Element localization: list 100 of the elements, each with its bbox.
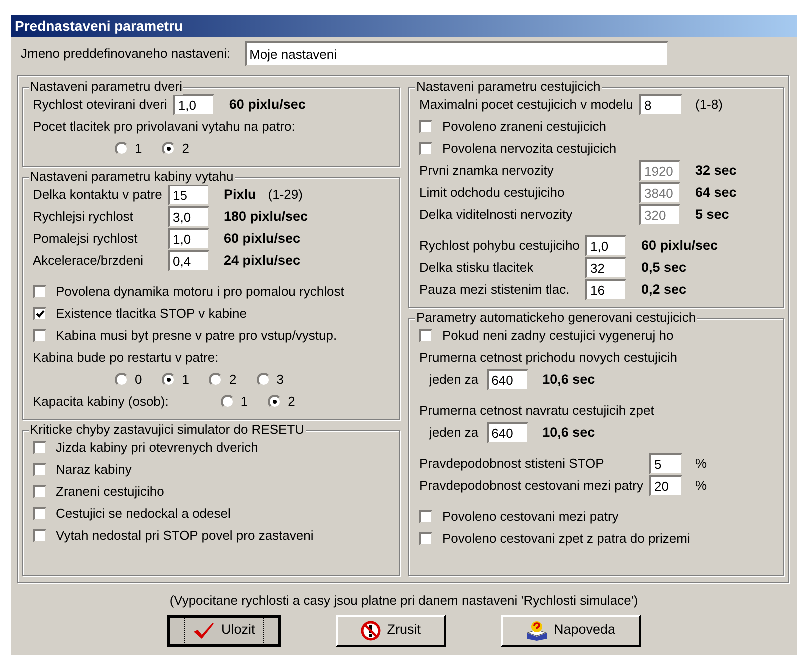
radio-label[interactable]: 2 <box>229 370 237 390</box>
number-field[interactable]: 1,0 <box>585 235 628 257</box>
unit-label: 60 pixlu/sec <box>641 236 718 255</box>
field-label: Delka viditelnosti nervozity <box>419 206 574 224</box>
name-field[interactable]: Moje nastaveni <box>244 41 669 67</box>
unit-label: Pixlu <box>224 186 256 204</box>
checkbox[interactable] <box>33 441 47 455</box>
radio-label[interactable]: 1 <box>182 370 190 390</box>
field-label: Pravdepodobnost cestovani mezi patry <box>419 477 644 496</box>
radio-button[interactable] <box>115 373 129 387</box>
unit-label: 60 pixlu/sec <box>229 96 306 114</box>
field-label: jeden za <box>429 371 479 390</box>
checkbox-label[interactable]: Povolena dynamika motoru i pro pomalou rychlost <box>56 282 344 302</box>
checkbox-label[interactable]: Vytah nedostal pri STOP povel pro zastaveni <box>56 526 314 546</box>
text-label: Pocet tlacitek pro privolavani vytahu na patro: <box>33 118 296 136</box>
checkbox-label[interactable]: Povoleno zraneni cestujicich <box>442 117 607 137</box>
unit-label: 0,5 sec <box>641 258 687 277</box>
radio-button[interactable] <box>268 395 282 409</box>
range-hint: (1-29) <box>268 186 303 204</box>
number-field[interactable]: 15 <box>168 184 210 206</box>
no-entry-icon <box>361 620 382 640</box>
checkbox[interactable] <box>419 142 434 156</box>
checkbox-label[interactable]: Zraneni cestujiciho <box>56 482 164 502</box>
window-title: Prednastaveni parametru <box>11 15 797 37</box>
radio-button[interactable] <box>256 373 271 387</box>
checkbox[interactable] <box>33 329 47 343</box>
unit-label: 10,6 sec <box>542 424 596 442</box>
radio-button[interactable] <box>220 395 235 409</box>
radio-button[interactable] <box>115 142 129 156</box>
number-field[interactable]: 5 <box>649 453 684 475</box>
range-hint: % <box>695 477 708 496</box>
dialog-button[interactable]: Ulozit <box>167 614 282 646</box>
field-label: jeden za <box>429 424 479 442</box>
checkbox-label[interactable]: Cestujici se nedockal a odesel <box>56 504 231 524</box>
checkbox[interactable] <box>33 285 47 299</box>
number-field[interactable]: 1,0 <box>168 228 210 250</box>
field-label: Rychlost pohybu cestujiciho <box>419 237 581 256</box>
checkbox-label[interactable]: Existence tlacitka STOP v kabine <box>56 304 248 324</box>
number-field[interactable]: 16 <box>585 279 628 301</box>
check-icon <box>36 310 44 318</box>
dialog-button[interactable]: Napoveda <box>500 614 641 646</box>
radio-button[interactable] <box>162 373 176 387</box>
checkbox[interactable] <box>419 120 434 134</box>
field-label: Pravdepodobnost stisteni STOP <box>419 455 606 474</box>
number-field[interactable]: 0,4 <box>168 250 210 272</box>
number-field[interactable]: 3,0 <box>168 206 210 228</box>
range-hint: % <box>695 455 708 474</box>
unit-label: 60 pixlu/sec <box>224 230 301 248</box>
checkbox-label[interactable]: Jizda kabiny pri otevrenych dverich <box>56 438 258 458</box>
checkbox[interactable] <box>33 529 47 543</box>
unit-label: 180 pixlu/sec <box>224 208 308 226</box>
field-label: Delka stisku tlacitek <box>419 259 535 278</box>
checkbox[interactable] <box>33 485 47 499</box>
text-label: Prumerna cetnost navratu cestujicih zpet <box>419 402 654 420</box>
checkbox-label[interactable]: Povolena nervozita cestujicich <box>442 139 617 159</box>
number-field[interactable]: 640 <box>486 422 529 444</box>
field-label: Pauza mezi stistenim tlac. <box>419 281 571 300</box>
checkbox[interactable] <box>419 329 434 343</box>
unit-label: 10,6 sec <box>542 370 596 389</box>
checkbox[interactable] <box>33 507 47 521</box>
radio-label[interactable]: 0 <box>135 370 142 390</box>
field-label: Maximalni pocet cestujicich v modelu <box>419 96 634 114</box>
checkbox[interactable] <box>33 463 47 477</box>
radio-label[interactable]: 1 <box>240 392 248 412</box>
option-label: Kapacita kabiny (osob): <box>33 393 169 412</box>
radio-label[interactable]: 1 <box>135 139 142 159</box>
field-label: Rychlejsi rychlost <box>33 208 134 226</box>
field-label: Pomalejsi rychlost <box>33 230 139 248</box>
checkbox-label[interactable]: Naraz kabiny <box>56 460 132 480</box>
book-icon <box>526 620 548 640</box>
group-title: Parametry automatickeho generovani cestujicich <box>415 310 698 326</box>
checkbox[interactable] <box>419 532 434 546</box>
field-label: Jmeno preddefinovaneho nastaveni: <box>21 45 231 64</box>
number-field[interactable]: 20 <box>649 475 684 497</box>
field-label: Prvni znamka nervozity <box>419 162 555 180</box>
dialog-button[interactable]: Zrusit <box>336 614 446 646</box>
checkbox[interactable] <box>419 510 434 524</box>
checkbox[interactable] <box>33 307 47 321</box>
radio-button[interactable] <box>209 373 224 387</box>
field-label: Rychlost otevirani dveri <box>33 96 168 114</box>
checkbox-label[interactable]: Povoleno cestovani zpet z patra do prizemi <box>442 529 690 549</box>
number-field[interactable]: 640 <box>486 369 529 391</box>
checkbox-label[interactable]: Povoleno cestovani mezi patry <box>442 507 619 527</box>
unit-label: 5 sec <box>695 206 730 224</box>
radio-label[interactable]: 2 <box>288 392 296 412</box>
unit-label: 64 sec <box>695 184 737 202</box>
check-icon <box>193 622 216 640</box>
radio-button[interactable] <box>162 142 176 156</box>
checkbox-label[interactable]: Pokud neni zadny cestujici vygeneruj ho <box>442 326 674 346</box>
radio-label[interactable]: 2 <box>182 139 190 159</box>
text-label: Kabina bude po restartu v patre: <box>33 349 219 368</box>
field-label: Limit odchodu cestujiciho <box>419 184 566 202</box>
checkbox-label[interactable]: Kabina musi byt presne v patre pro vstup/vystup. <box>56 326 338 346</box>
number-field[interactable]: 1,0 <box>173 94 216 116</box>
number-field[interactable]: 8 <box>639 94 684 116</box>
field-label: Akcelerace/brzdeni <box>33 252 145 270</box>
radio-label[interactable]: 3 <box>276 370 284 390</box>
info-note: (Vypocitane rychlosti a casy jsou platne pri danem nastaveni 'Rychlosti simulace') <box>168 592 640 610</box>
group-title: Nastaveni parametru dveri <box>29 79 184 95</box>
number-field[interactable]: 32 <box>585 257 628 279</box>
